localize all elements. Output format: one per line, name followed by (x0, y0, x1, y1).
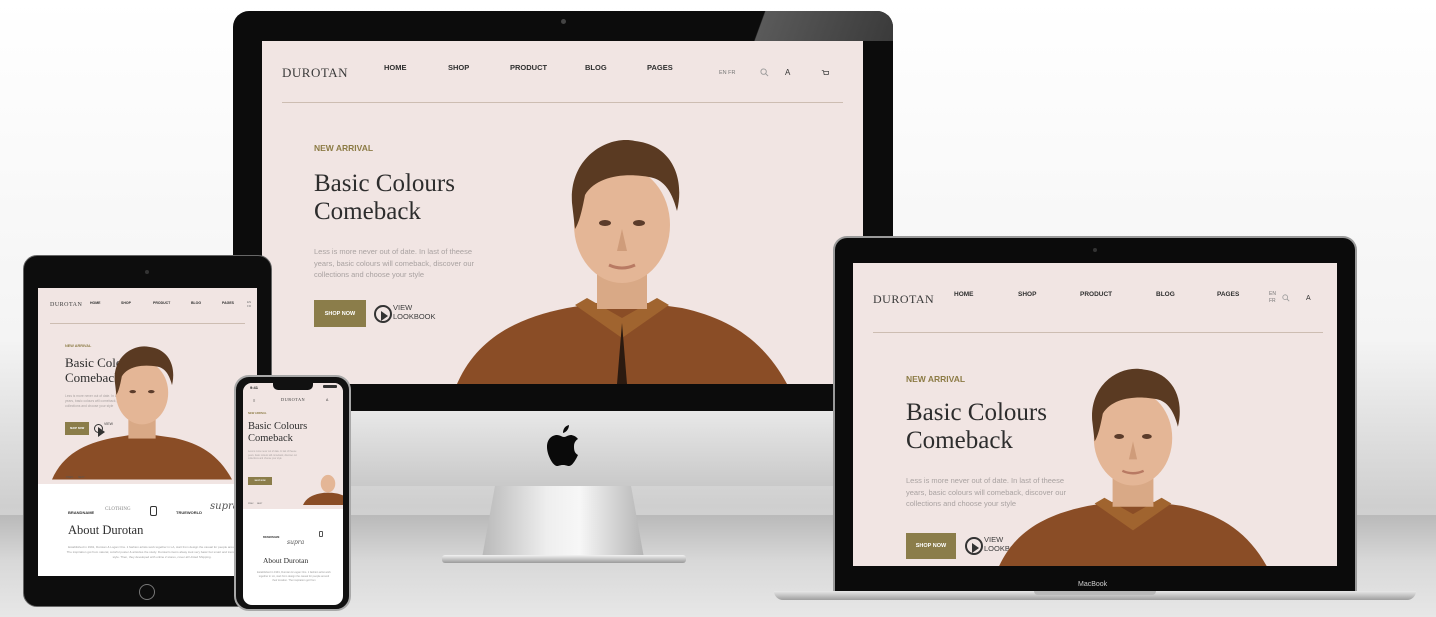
account-button[interactable]: A (1306, 295, 1311, 302)
hero-kicker: NEW ARRIVAL (314, 143, 374, 153)
macbook-camera (1093, 248, 1097, 252)
nav-blog[interactable]: BLOG (585, 63, 607, 72)
iphone-screen: 9:41 ≡ DUROTAN A NEW ARRIVAL Basic Colou… (243, 383, 343, 605)
nav-product[interactable]: PRODUCT (153, 301, 170, 305)
nav-shop[interactable]: SHOP (1018, 291, 1036, 298)
lang-en[interactable]: EN (1269, 291, 1276, 298)
brand-logo[interactable]: DUROTAN (50, 302, 82, 308)
hero-model-image (303, 474, 343, 506)
headline-line-2: Comeback (314, 198, 421, 225)
header-divider (282, 102, 843, 103)
cart-icon[interactable] (821, 69, 829, 77)
lang-fr[interactable]: FR (1269, 298, 1276, 305)
nav-home[interactable]: HOME (954, 291, 974, 298)
shop-now-button[interactable]: SHOP NOW (248, 477, 272, 485)
nav-pages[interactable]: PAGES (222, 301, 234, 305)
nav-pages[interactable]: PAGES (647, 63, 673, 72)
ipad-home-button[interactable] (139, 584, 155, 600)
hero-headline: Basic Colours Comeback (314, 170, 455, 226)
language-switch[interactable]: EN FR (1269, 291, 1276, 305)
logo-brandname: BRANDNAME (263, 536, 280, 539)
macbook-screen: DUROTAN HOME SHOP PRODUCT BLOG PAGES EN … (853, 263, 1337, 566)
ipad-camera (145, 270, 149, 274)
view-lookbook-link[interactable]: VIEW LOOKBOOK (393, 303, 436, 321)
logo-badge-icon (150, 506, 157, 516)
search-icon[interactable] (760, 68, 769, 77)
about-text: Established in 1991, Durotan & Logan Ons… (257, 571, 331, 583)
nav-product[interactable]: PRODUCT (510, 63, 547, 72)
headline-line-1: Basic Colours (314, 170, 455, 197)
nav-pages[interactable]: PAGES (1217, 291, 1239, 298)
slider-prev[interactable]: PREV (248, 503, 253, 505)
language-switch[interactable]: EN FR (719, 70, 736, 76)
status-icons (323, 385, 337, 388)
iphone-notch (273, 383, 313, 390)
nav-product[interactable]: PRODUCT (1080, 291, 1112, 298)
brand-logo[interactable]: DUROTAN (873, 292, 934, 307)
headline-line-1: Basic Colours (248, 421, 308, 432)
header-divider (873, 332, 1323, 333)
account-button[interactable]: A (326, 398, 328, 402)
headline-line-2: Comeback (248, 432, 293, 444)
hero-model-image (52, 346, 232, 480)
slider-next[interactable]: NEXT (78, 476, 85, 479)
about-title: About Durotan (68, 523, 144, 537)
hero-model-image (999, 368, 1267, 566)
about-text: Established in 1991, Durotan & Logan Ons… (66, 545, 257, 559)
apple-logo-icon (547, 425, 578, 466)
imac-stand (482, 486, 644, 558)
nav-blog[interactable]: BLOG (1156, 291, 1175, 298)
logo-badge-icon (319, 531, 323, 537)
slider-controls: PREV NEXT (248, 503, 262, 505)
menu-icon[interactable]: ≡ (253, 398, 255, 403)
logo-trueworld: TRUEWORLD (176, 510, 202, 515)
search-icon[interactable] (1282, 294, 1290, 302)
nav-shop[interactable]: SHOP (121, 301, 131, 305)
lang-fr[interactable]: FR (247, 304, 251, 309)
logo-clothing: CLOTHING (105, 507, 131, 512)
slider-next[interactable]: NEXT (257, 503, 262, 505)
imac-screen: DUROTAN HOME SHOP PRODUCT BLOG PAGES EN … (262, 41, 863, 384)
hero-headline: Basic Colours Comeback (248, 421, 307, 445)
about-title: About Durotan (263, 556, 309, 565)
brand-logo[interactable]: DUROTAN (282, 65, 348, 81)
view-line-2: LOOKBOOK (393, 311, 436, 321)
nav-blog[interactable]: BLOG (191, 301, 201, 305)
slider-prev[interactable]: PREV (66, 476, 73, 479)
nav-shop[interactable]: SHOP (448, 63, 469, 72)
nav-home[interactable]: HOME (90, 301, 101, 305)
play-icon[interactable] (374, 305, 392, 323)
description-line-3: collections and choose your style (248, 458, 282, 461)
hero-kicker: NEW ARRIVAL (906, 374, 966, 384)
header-divider (50, 323, 245, 324)
macbook-label: MacBook (1078, 581, 1108, 588)
brand-logo[interactable]: DUROTAN (281, 397, 305, 402)
shop-now-button[interactable]: SHOP NOW (314, 300, 366, 327)
ipad-screen: DUROTAN HOME SHOP PRODUCT BLOG PAGES EN … (38, 288, 257, 576)
language-switch[interactable]: EN FR (247, 300, 251, 309)
logo-brandname: BRANDNAME (68, 510, 95, 515)
macbook-notch (1034, 591, 1156, 595)
status-time: 9:41 (250, 385, 259, 390)
brand-logos-row: BRANDNAME supra (263, 531, 333, 555)
imac-glare (752, 11, 893, 41)
hero-model-image (457, 140, 787, 384)
nav-home[interactable]: HOME (384, 63, 407, 72)
brand-logos-row: BRANDNAME CLOTHING TRUEWORLD supra (68, 501, 248, 523)
hero-kicker: NEW ARRIVAL (248, 412, 267, 415)
imac-base (442, 555, 686, 563)
account-button[interactable]: A (785, 68, 790, 77)
play-icon[interactable] (965, 537, 983, 555)
logo-supra: supra (287, 539, 305, 546)
hero-description: Less is more never out of date. In last … (248, 451, 310, 462)
shop-now-button[interactable]: SHOP NOW (906, 533, 956, 559)
slider-controls: PREV NEXT (66, 476, 85, 479)
imac-camera (561, 19, 566, 24)
